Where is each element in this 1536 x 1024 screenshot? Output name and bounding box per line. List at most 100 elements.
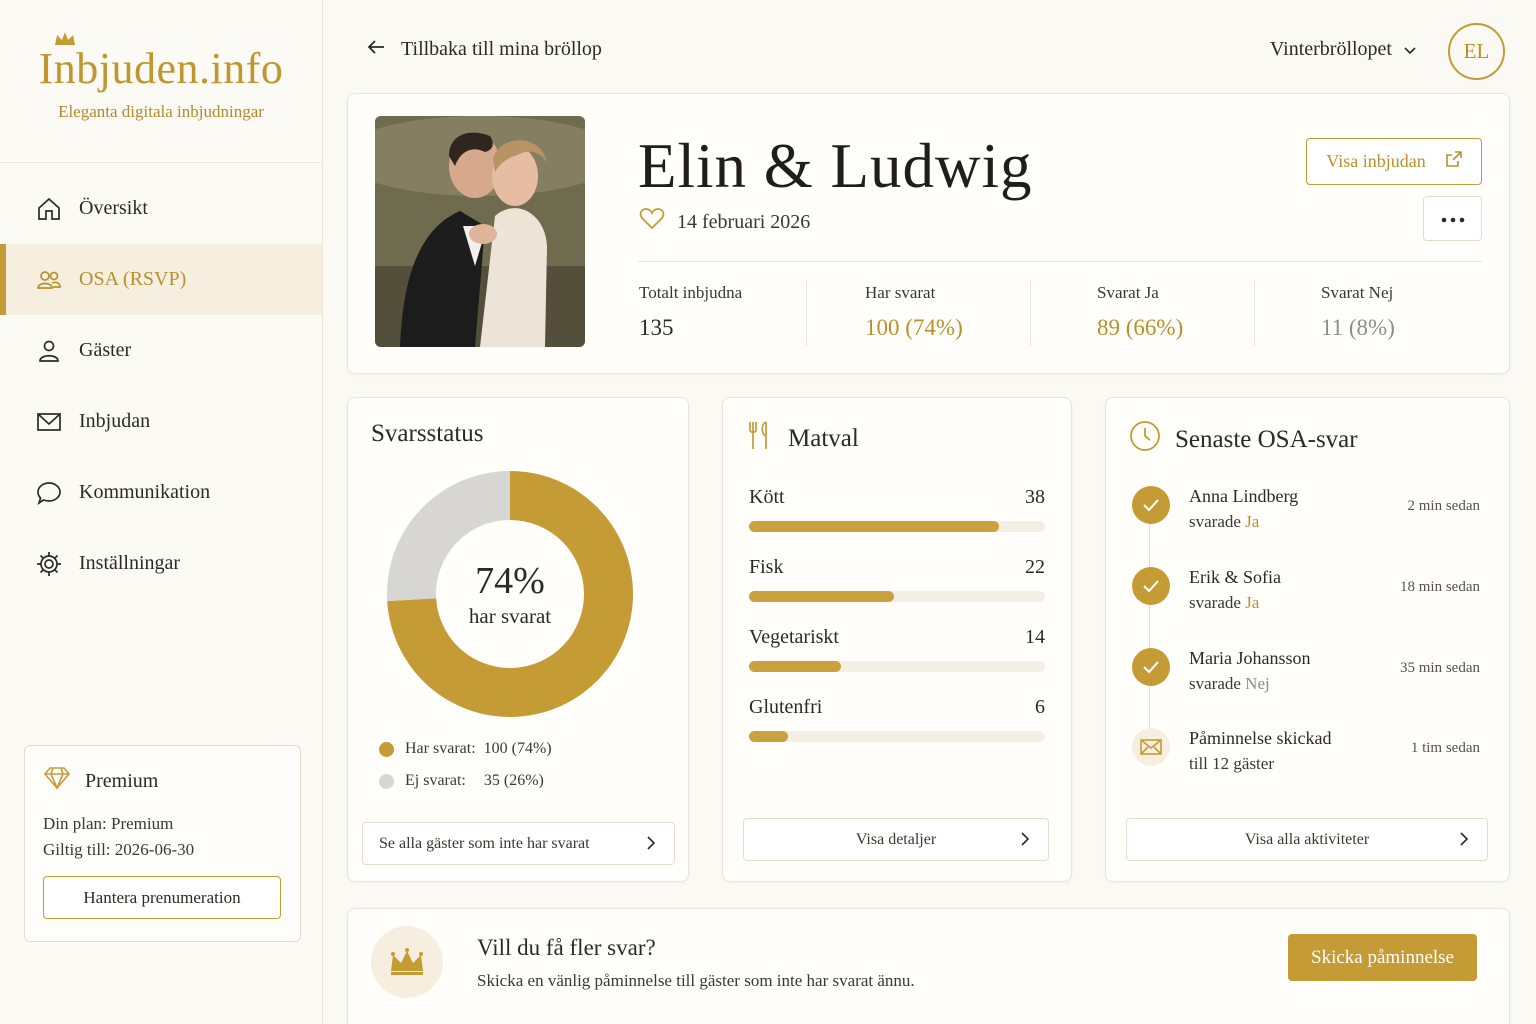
arrow-left-icon	[367, 38, 385, 61]
legend-answered: Har svarat: 100 (74%)	[379, 740, 552, 758]
crown-icon	[53, 30, 77, 53]
gear-icon	[35, 550, 63, 578]
button-label: Se alla gäster som inte har svarat	[379, 834, 590, 852]
stat-value: 100 (74%)	[865, 315, 963, 340]
external-link-icon	[1445, 151, 1462, 172]
meal-row: Kött 38	[749, 486, 1045, 532]
stat-divider	[1030, 280, 1031, 346]
stat-label: Har svarat	[865, 283, 936, 302]
wedding-select-value: Vinterbröllopet	[1269, 38, 1392, 60]
sidebar-item-label: Inställningar	[79, 552, 181, 574]
meal-choice-card: Matval Kött 38 Fisk 22 Vegetariskt 14 Gl…	[722, 397, 1072, 882]
chevron-right-icon	[1460, 832, 1469, 851]
meal-bar-fill	[749, 521, 999, 532]
sidebar-item-osa[interactable]: OSA (RSVP)	[0, 244, 322, 315]
crown-icon	[371, 926, 443, 998]
stat-label: Totalt inbjudna	[639, 283, 743, 302]
more-options-button[interactable]	[1423, 196, 1482, 241]
manage-subscription-button[interactable]: Hantera prenumeration	[43, 876, 281, 919]
activity-time: 18 min sedan	[1400, 579, 1480, 595]
panel-title: Svarsstatus	[371, 420, 484, 447]
show-details-button[interactable]: Visa detaljer	[743, 818, 1049, 861]
sidebar-item-label: Översikt	[79, 197, 148, 219]
activity-answer: Ja	[1245, 512, 1260, 531]
chevron-right-icon	[647, 836, 656, 855]
activity-name: Anna Lindberg	[1189, 486, 1299, 506]
activity-item: Maria Johansson svarade Nej 35 min sedan	[1128, 648, 1484, 708]
stat-no: Svarat Nej 11 (8%)	[1321, 283, 1395, 341]
clock-icon	[1129, 420, 1161, 459]
premium-valid: Giltig till: 2026-06-30	[43, 840, 195, 859]
button-label: Visa detaljer	[855, 830, 937, 848]
check-icon	[1132, 486, 1170, 524]
stat-total: Totalt inbjudna 135	[639, 283, 742, 341]
meal-label: Glutenfri	[749, 696, 823, 718]
cutlery-icon	[746, 420, 774, 457]
legend-not-answered: Ej svarat: 35 (26%)	[379, 772, 544, 790]
chat-icon	[35, 479, 63, 507]
legend-label: Ej svarat:	[405, 772, 466, 789]
activity-time: 2 min sedan	[1407, 498, 1481, 514]
donut-center-value: 74%	[475, 559, 545, 602]
stat-value: 135	[639, 315, 674, 340]
show-unanswered-guests-button[interactable]: Se alla gäster som inte har svarat	[362, 822, 675, 865]
meal-bar-fill	[749, 661, 842, 672]
wedding-date-text: 14 februari 2026	[677, 210, 811, 233]
show-all-activities-button[interactable]: Visa alla aktiviteter	[1126, 818, 1488, 861]
brand-tagline: Eleganta digitala inbjudningar	[58, 102, 264, 121]
wedding-select[interactable]: Vinterbröllopet	[1270, 38, 1416, 61]
donut-center-label: har svarat	[468, 603, 552, 628]
activity-name: Påminnelse skickad	[1189, 728, 1332, 748]
users-icon	[35, 266, 63, 294]
premium-title: Premium	[85, 769, 159, 792]
topbar: Tillbaka till mina bröllop Vinterbröllop…	[323, 0, 1536, 95]
envelope-icon	[1132, 728, 1170, 766]
sidebar-item-oversikt[interactable]: Översikt	[0, 173, 322, 244]
meal-bar-track	[749, 521, 1045, 532]
sidebar-item-kommunikation[interactable]: Kommunikation	[0, 457, 322, 528]
stat-divider	[806, 280, 807, 346]
sidebar-item-label: Kommunikation	[79, 481, 211, 503]
meal-count: 22	[1025, 556, 1045, 578]
premium-plan: Din plan: Premium	[43, 814, 174, 833]
back-link[interactable]: Tillbaka till mina bröllop	[367, 38, 602, 61]
check-icon	[1132, 648, 1170, 686]
activity-item: Erik & Sofia svarade Ja 18 min sedan	[1128, 567, 1484, 627]
legend-value: 100 (74%)	[483, 740, 552, 757]
activity-prefix: svarade	[1189, 512, 1241, 531]
meal-row: Glutenfri 6	[749, 696, 1045, 742]
sidebar-item-installningar[interactable]: Inställningar	[0, 528, 322, 599]
couple-photo	[375, 116, 585, 347]
activity-name: Erik & Sofia	[1189, 567, 1281, 587]
meal-count: 6	[1035, 696, 1045, 718]
panel-title-text: Senaste OSA-svar	[1175, 425, 1358, 453]
meal-bar-fill	[749, 731, 789, 742]
sidebar-item-inbjudan[interactable]: Inbjudan	[0, 386, 322, 457]
legend-label: Har svarat:	[405, 740, 476, 757]
couple-names: Elin & Ludwig	[638, 131, 1033, 201]
activity-time: 1 tim sedan	[1410, 740, 1480, 756]
meal-row: Vegetariskt 14	[749, 626, 1045, 672]
response-status-card: Svarsstatus 74% har svarat Har svarat: 1…	[347, 397, 689, 882]
meal-bar-track	[749, 591, 1045, 602]
ellipsis-icon	[1441, 210, 1465, 228]
avatar[interactable]: EL	[1448, 23, 1505, 80]
sidebar-item-label: Inbjudan	[79, 410, 151, 432]
activity-item: Påminnelse skickad till 12 gäster 1 tim …	[1128, 728, 1484, 788]
activity-detail: svarade Ja	[1189, 512, 1259, 532]
activity-time: 35 min sedan	[1400, 660, 1480, 676]
stat-value: 11 (8%)	[1321, 315, 1395, 340]
send-reminder-button[interactable]: Skicka påminnelse	[1288, 934, 1477, 981]
chevron-right-icon	[1021, 832, 1030, 851]
sidebar: Inbjuden.info Eleganta digitala inbjudni…	[0, 0, 323, 1024]
brand-name[interactable]: Inbjuden.info	[0, 44, 322, 94]
view-invitation-button[interactable]: Visa inbjudan	[1306, 138, 1482, 185]
check-icon	[1132, 567, 1170, 605]
heart-icon	[639, 208, 665, 236]
sidebar-item-gaster[interactable]: Gäster	[0, 315, 322, 386]
activity-prefix: svarade	[1189, 674, 1241, 693]
legend-swatch	[379, 741, 394, 757]
premium-card: Premium Din plan: Premium Giltig till: 2…	[24, 745, 301, 942]
donut-chart: 74% har svarat	[386, 470, 634, 718]
hero-divider	[638, 261, 1482, 262]
